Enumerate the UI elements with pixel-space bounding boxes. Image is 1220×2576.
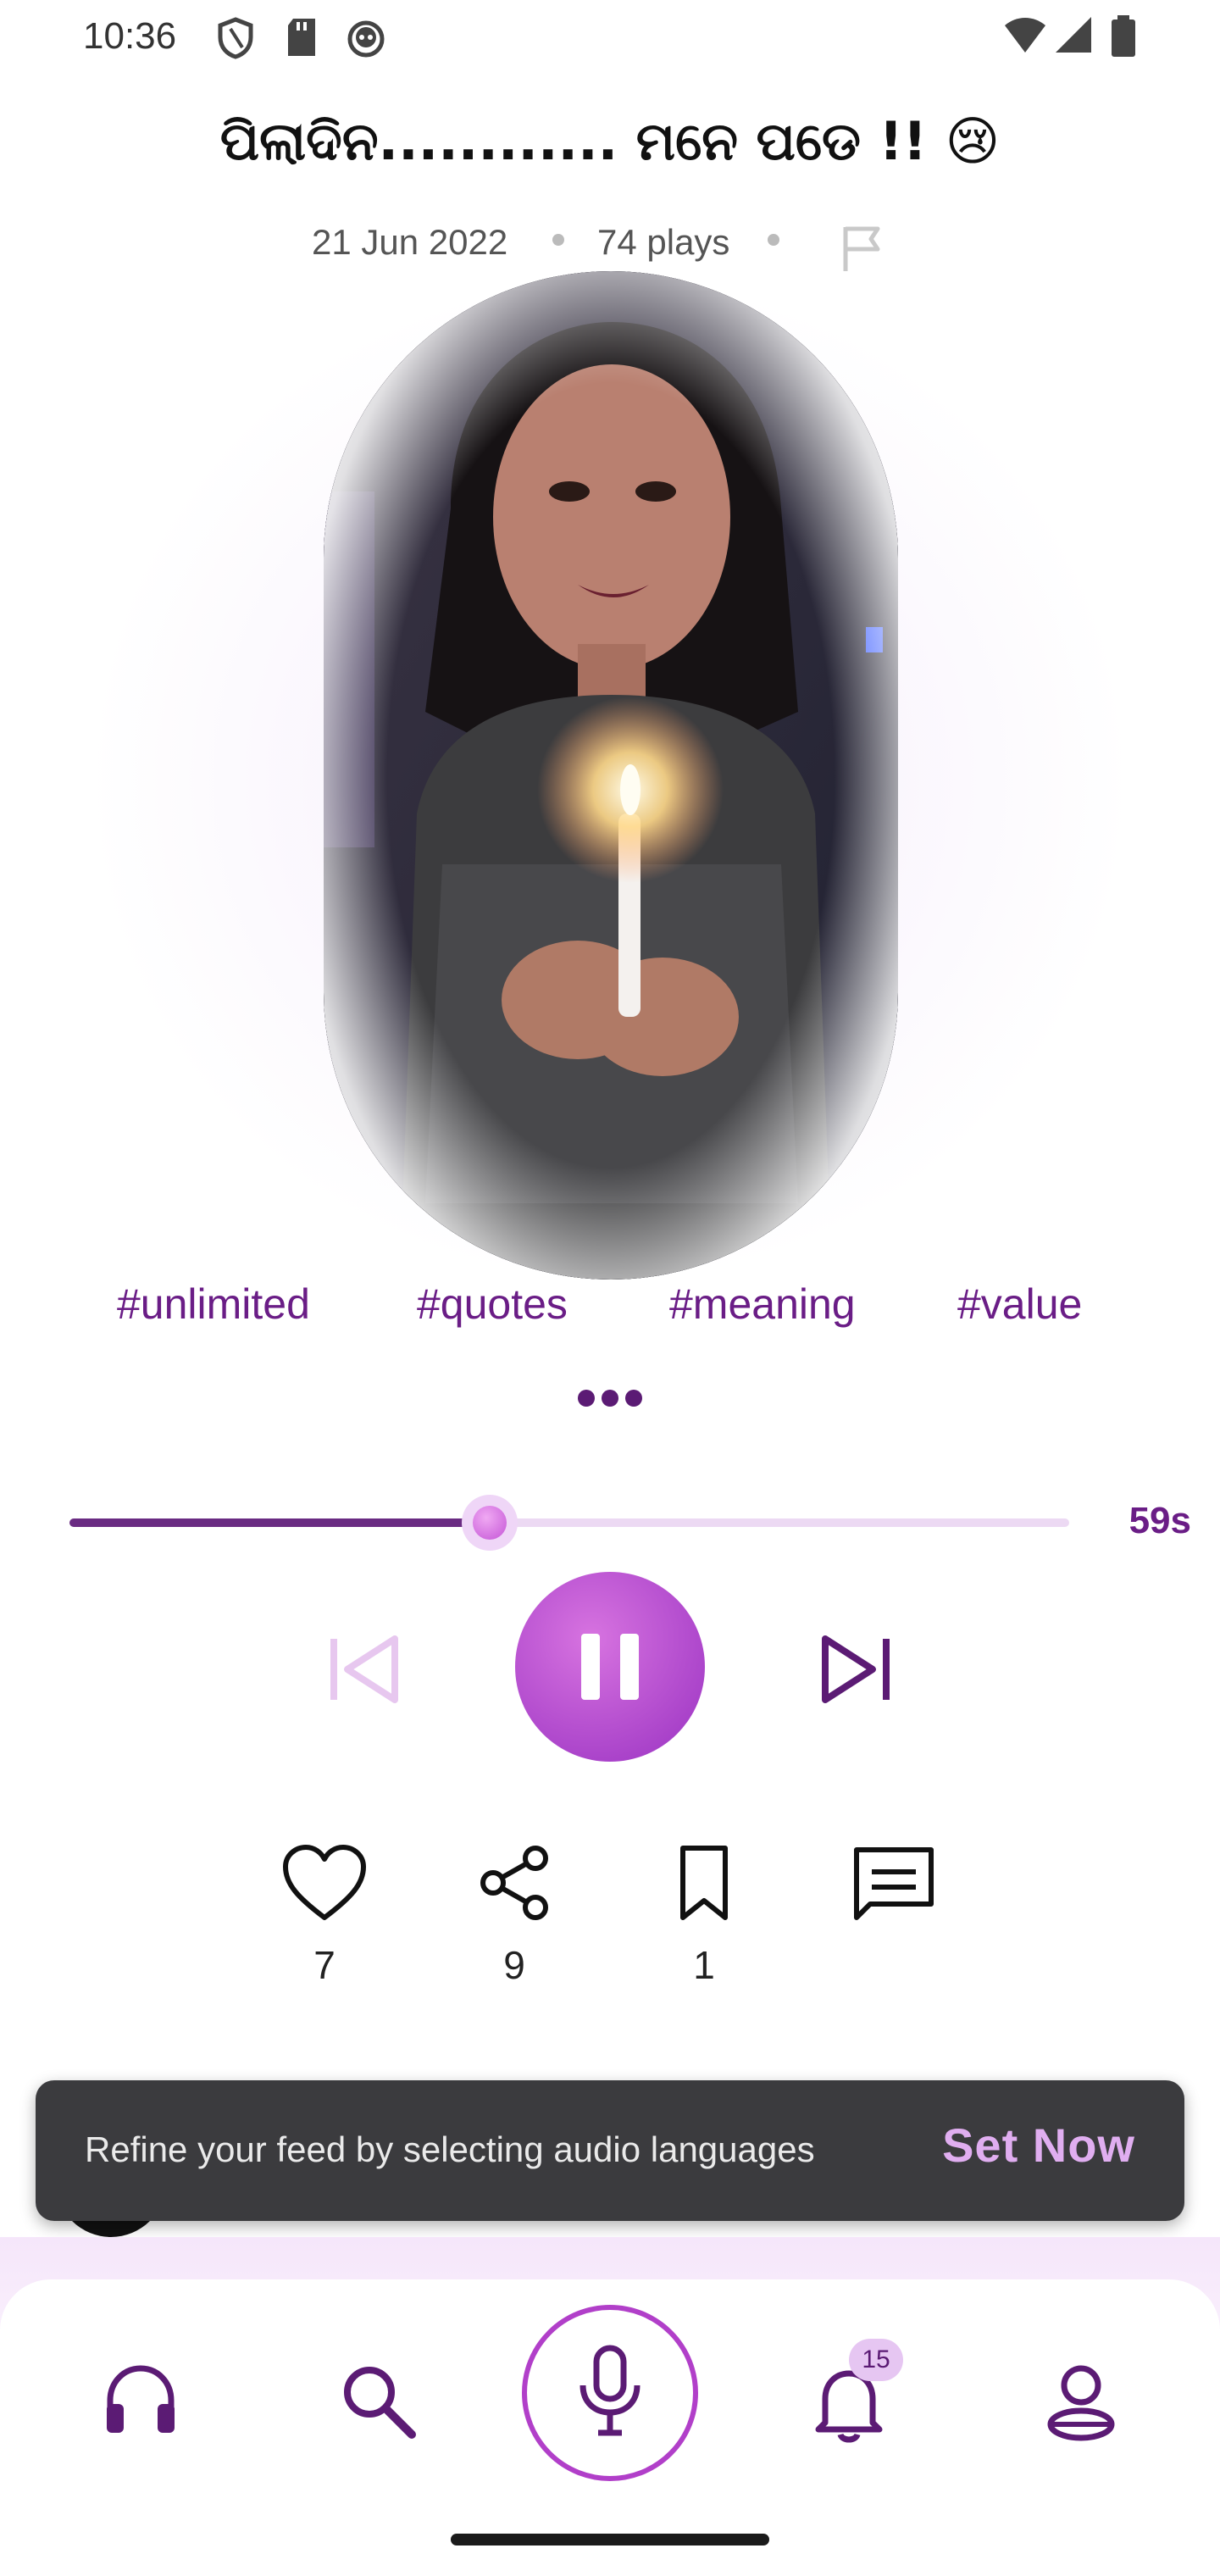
seek-bar[interactable]: 59s (25, 1476, 1195, 1569)
more-options-icon[interactable] (576, 1386, 644, 1412)
bookmark-icon[interactable] (674, 1846, 734, 1926)
tag-chip[interactable]: #quotes (417, 1280, 568, 1329)
set-now-button[interactable]: Set Now (942, 2118, 1135, 2173)
tag-list: #unlimited #quotes #meaning #value (0, 1280, 1220, 1339)
post-title: ପିଲାଦିନ............ ମନେ ପଡେ !! 😢 (219, 110, 1001, 172)
language-snackbar: Refine your feed by selecting audio lang… (36, 2080, 1184, 2221)
cover-image[interactable] (324, 271, 898, 1280)
tag-chip[interactable]: #meaning (669, 1280, 856, 1329)
remaining-time: 59s (1128, 1500, 1191, 1541)
snackbar-message: Refine your feed by selecting audio lang… (85, 2129, 815, 2169)
post-meta: 21 Jun 2022 74 plays (0, 222, 1220, 273)
share-icon[interactable] (474, 1846, 554, 1926)
notification-badge: 15 (849, 2339, 903, 2381)
seek-thumb[interactable] (461, 1495, 518, 1551)
play-count: 74 plays (597, 222, 730, 262)
tag-chip[interactable]: #unlimited (117, 1280, 310, 1329)
comment-icon[interactable] (850, 1847, 938, 1926)
headphones-icon[interactable] (100, 2360, 181, 2446)
previous-track-icon[interactable] (322, 1627, 407, 1716)
like-action[interactable]: 7 (269, 1843, 380, 1988)
profile-icon[interactable] (1040, 2360, 1122, 2449)
status-time: 10:36 (83, 15, 177, 57)
separator-dot (552, 234, 564, 246)
status-bar: 10:36 (0, 0, 1220, 76)
record-button[interactable] (522, 2305, 698, 2481)
next-track-icon[interactable] (813, 1627, 898, 1716)
shield-icon (217, 17, 254, 64)
tag-chip[interactable]: #value (957, 1280, 1082, 1329)
wifi-icon (1003, 15, 1047, 58)
pause-button[interactable] (515, 1572, 705, 1762)
post-date: 21 Jun 2022 (312, 222, 508, 262)
seek-progress (69, 1518, 490, 1527)
battery-icon (1110, 15, 1137, 62)
save-count: 1 (693, 1943, 715, 1987)
share-action[interactable]: 9 (459, 1843, 569, 1988)
microphone-icon[interactable] (576, 2345, 644, 2442)
sd-card-icon (285, 17, 319, 62)
cover-vignette (324, 271, 898, 1280)
heart-icon[interactable] (280, 1845, 369, 1926)
app-notification-icon (346, 17, 386, 62)
like-count: 7 (313, 1943, 336, 1987)
separator-dot (768, 234, 779, 246)
seek-track[interactable] (69, 1518, 1069, 1527)
cover-glow (85, 271, 1135, 1288)
search-icon[interactable] (337, 2360, 419, 2446)
save-action[interactable]: 1 (649, 1843, 759, 1988)
cellular-signal-icon (1054, 15, 1093, 58)
home-indicator[interactable] (451, 2534, 769, 2545)
share-count: 9 (503, 1943, 525, 1987)
comment-action[interactable] (839, 1843, 949, 1927)
